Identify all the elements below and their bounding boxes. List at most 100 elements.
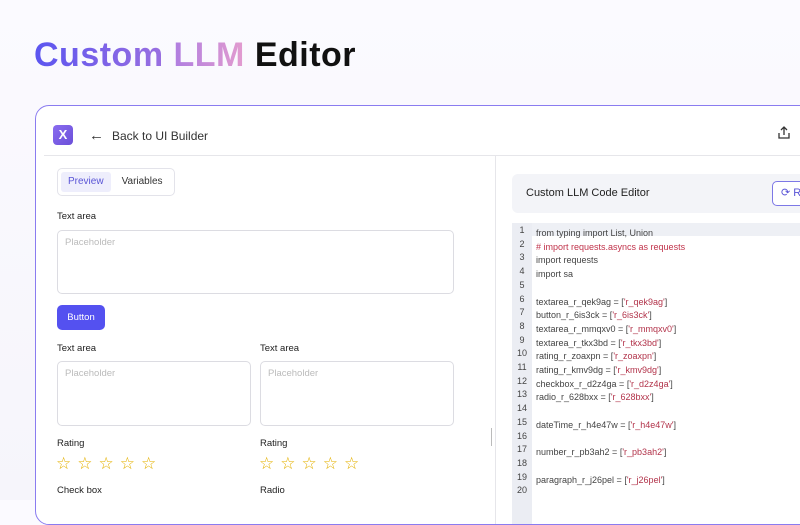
star-icon[interactable]: ☆ <box>120 454 135 474</box>
line-number: 5 <box>519 279 525 290</box>
tab-group: Preview Variables <box>57 168 175 196</box>
code-line: textarea_r_qek9ag = ['r_qek9ag'] <box>536 297 667 307</box>
code-line: dateTime_r_h4e47w = ['r_h4e47w'] <box>536 420 676 430</box>
preview-panel: Preview Variables Text area Placeholder … <box>44 156 494 524</box>
code-editor[interactable]: 1 from typing import List, Union 2 # import… <box>512 223 800 524</box>
line-number: 6 <box>519 293 525 304</box>
code-panel: Custom LLM Code Editor ⟳ R 1 from typing … <box>497 156 800 524</box>
refresh-button[interactable]: ⟳ R <box>772 181 800 206</box>
star-icon[interactable]: ☆ <box>77 454 92 474</box>
textarea-input[interactable]: Placeholder <box>260 361 454 426</box>
textarea-input[interactable]: Placeholder <box>57 361 251 426</box>
textarea-label: Text area <box>57 211 97 222</box>
code-bracket: ] <box>663 447 667 458</box>
code-line: textarea_r_mmqxv0 = ['r_mmqxv0'] <box>536 324 676 334</box>
code-text: rating_r_kmv9dg = [ <box>536 365 616 375</box>
code-string: 'r_tkx3bd' <box>620 337 659 348</box>
code-editor-title: Custom LLM Code Editor <box>526 187 650 199</box>
code-line: button_r_6is3ck = ['r_6is3ck'] <box>536 310 652 320</box>
star-icon[interactable]: ☆ <box>259 454 274 474</box>
app-logo[interactable]: X <box>53 125 73 145</box>
preview-button[interactable]: Button <box>57 305 105 330</box>
code-line: import sa <box>536 269 573 279</box>
code-line: # import requests.asyncs as requests <box>536 242 685 252</box>
line-number: 2 <box>519 238 525 249</box>
code-line: textarea_r_tkx3bd = ['r_tkx3bd'] <box>536 338 661 348</box>
code-bracket: ] <box>653 351 657 362</box>
back-label: Back to UI Builder <box>112 128 209 143</box>
code-text: textarea_r_mmqxv0 = [ <box>536 323 629 334</box>
line-number: 19 <box>516 471 527 482</box>
code-string: 'r_j26pel' <box>626 474 663 485</box>
code-bracket: ] <box>664 296 668 307</box>
code-bracket: ] <box>662 474 665 485</box>
back-to-ui-builder-link[interactable]: ← Back to UI Builder <box>89 127 208 144</box>
code-string: 'r_628bxx' <box>610 392 652 403</box>
code-line: paragraph_r_j26pel = ['r_j26pel'] <box>536 475 665 485</box>
top-bar: X ← Back to UI Builder <box>44 114 800 156</box>
tab-variables[interactable]: Variables <box>115 172 170 192</box>
code-line: number_r_pb3ah2 = ['r_pb3ah2'] <box>536 447 666 457</box>
textarea-label: Text area <box>57 343 97 354</box>
code-text: checkbox_r_d2z4ga = [ <box>536 378 630 389</box>
line-number: 1 <box>519 225 525 235</box>
code-line: checkbox_r_d2z4ga = ['r_d2z4ga'] <box>536 379 673 389</box>
star-icon[interactable]: ☆ <box>280 454 295 474</box>
code-bracket: ] <box>658 365 662 375</box>
checkbox-label: Check box <box>57 485 102 496</box>
line-number: 10 <box>516 348 527 359</box>
star-icon[interactable]: ☆ <box>99 454 114 474</box>
textarea-label: Text area <box>260 343 300 354</box>
star-icon[interactable]: ☆ <box>56 454 71 474</box>
line-number: 15 <box>516 416 527 427</box>
line-number: 18 <box>516 457 527 468</box>
code-string: 'r_d2z4ga' <box>629 378 671 389</box>
line-number: 7 <box>519 307 525 318</box>
code-line: radio_r_628bxx = ['r_628bxx'] <box>536 392 654 402</box>
star-icon[interactable]: ☆ <box>141 454 156 474</box>
textarea-input[interactable]: Placeholder <box>57 230 454 294</box>
line-number: 17 <box>516 444 527 455</box>
star-icon[interactable]: ☆ <box>323 454 338 474</box>
code-bracket: ] <box>673 323 677 334</box>
code-string: 'r_zoaxpn' <box>613 351 654 362</box>
star-icon[interactable]: ☆ <box>302 454 317 474</box>
line-number: 14 <box>516 403 527 414</box>
code-bracket: ] <box>658 337 662 348</box>
code-text: paragraph_r_j26pel = [ <box>536 474 627 485</box>
code-text: from typing import List, Union <box>536 228 654 238</box>
code-text: rating_r_zoaxpn = [ <box>536 351 614 362</box>
line-number: 12 <box>516 375 527 386</box>
rating-label: Rating <box>57 438 85 449</box>
code-text: button_r_6is3ck = [ <box>536 310 613 321</box>
line-number: 4 <box>519 266 525 277</box>
code-bracket: ] <box>670 378 673 389</box>
line-number: 13 <box>516 389 527 400</box>
code-text: import sa <box>536 269 574 280</box>
code-string: 'r_h4e47w' <box>630 419 674 430</box>
star-icon[interactable]: ☆ <box>344 454 359 474</box>
code-text: import requests <box>536 255 599 266</box>
code-text: number_r_pb3ah2 = [ <box>536 447 623 458</box>
line-number: 16 <box>516 430 527 441</box>
code-string: 'r_kmv9dg' <box>615 365 659 375</box>
page-title: Custom LLM Editor <box>34 36 357 74</box>
rating-label: Rating <box>260 438 288 449</box>
code-text: radio_r_628bxx = [ <box>536 392 611 403</box>
rating-stars[interactable]: ☆ ☆ ☆ ☆ ☆ <box>259 454 359 474</box>
refresh-icon: ⟳ <box>781 187 791 199</box>
share-icon[interactable] <box>776 125 792 144</box>
line-number: 9 <box>519 334 525 345</box>
code-bracket: ] <box>673 419 676 430</box>
code-text: textarea_r_tkx3bd = [ <box>536 337 621 348</box>
code-bracket: ] <box>649 310 652 321</box>
line-number: 20 <box>516 485 527 496</box>
editor-window: X ← Back to UI Builder Preview Variables… <box>35 105 800 525</box>
tab-preview[interactable]: Preview <box>61 172 111 192</box>
rating-stars[interactable]: ☆ ☆ ☆ ☆ ☆ <box>56 454 156 474</box>
code-line: import requests <box>536 255 598 265</box>
arrow-left-icon: ← <box>89 127 104 144</box>
code-string: 'r_mmqxv0' <box>628 323 674 334</box>
code-line: rating_r_kmv9dg = ['r_kmv9dg'] <box>536 365 661 375</box>
radio-label: Radio <box>260 485 285 496</box>
